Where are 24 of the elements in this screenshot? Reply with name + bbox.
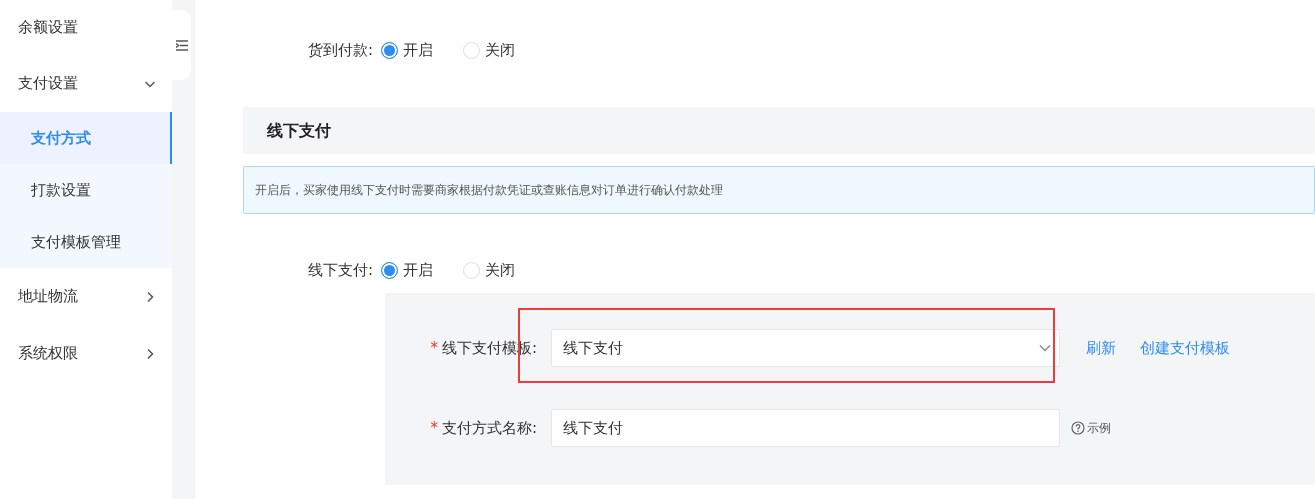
collapse-button[interactable] xyxy=(172,10,191,80)
sidebar-subitem[interactable]: 打款设置 xyxy=(0,164,172,216)
section-header: 线下支付 xyxy=(243,107,1315,154)
field-label: 支付方式名称: xyxy=(441,417,537,439)
menu-fold-icon xyxy=(175,39,188,51)
sidebar-item[interactable]: 地址物流 xyxy=(0,268,172,325)
field-label: 货到付款: xyxy=(306,39,373,61)
sidebar-item[interactable]: 支付设置 xyxy=(0,55,172,112)
required-mark: * xyxy=(430,337,438,359)
chevron-down-icon xyxy=(1039,344,1051,352)
radio-option[interactable]: 开启 xyxy=(381,258,433,282)
radio-option[interactable]: 关闭 xyxy=(463,258,515,282)
required-mark: * xyxy=(430,417,438,439)
sidebar-item[interactable]: 余额设置 xyxy=(0,0,172,55)
sidebar-subitem[interactable]: 支付模板管理 xyxy=(0,216,172,268)
field-label: 线下支付: xyxy=(306,259,373,281)
help-icon xyxy=(1071,421,1085,435)
select-field[interactable]: 线下支付 xyxy=(551,329,1060,367)
radio-option[interactable]: 关闭 xyxy=(463,38,515,62)
sidebar-item[interactable]: 系统权限 xyxy=(0,325,172,382)
hint-text: 示例 xyxy=(1087,420,1111,437)
info-notice: 开启后，买家使用线下支付时需要商家根据付款凭证或查账信息对订单进行确认付款处理 xyxy=(243,166,1315,214)
radio-option[interactable]: 开启 xyxy=(381,38,433,62)
input-field[interactable]: 线下支付 xyxy=(551,409,1060,447)
